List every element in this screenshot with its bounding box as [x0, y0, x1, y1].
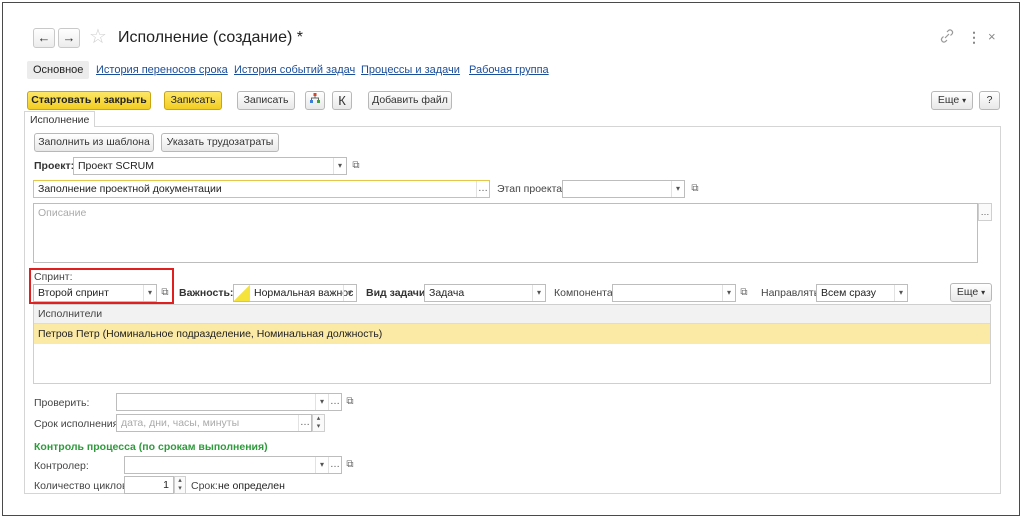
more-button[interactable]: Еще ▾: [931, 91, 973, 110]
structure-button[interactable]: [305, 91, 325, 110]
open-icon[interactable]: ⧉: [737, 286, 751, 300]
check-field[interactable]: ▾ …: [116, 393, 342, 411]
k-button[interactable]: К: [332, 91, 352, 110]
chevron-down-icon[interactable]: ▾: [343, 285, 356, 301]
start-and-close-button[interactable]: Стартовать и закрыть: [27, 91, 151, 110]
link-icon[interactable]: [940, 29, 954, 46]
sprint-value: Второй спринт: [38, 287, 109, 299]
executors-table: Исполнители Петров Петр (Номинальное под…: [33, 304, 991, 384]
stage-label: Этап проекта:: [497, 183, 566, 195]
check-label: Проверить:: [34, 397, 90, 409]
fill-from-template-button[interactable]: Заполнить из шаблона: [34, 133, 154, 152]
description-placeholder: Описание: [38, 207, 87, 219]
task-name-field[interactable]: Заполнение проектной документации …: [33, 180, 490, 198]
tab-work-group[interactable]: Рабочая группа: [469, 64, 549, 76]
cycles-spin-button[interactable]: ▴ ▾: [174, 476, 186, 494]
chevron-down-icon[interactable]: ▾: [333, 158, 346, 174]
task-type-label: Вид задачи:: [366, 287, 429, 299]
chevron-down-icon[interactable]: ▾: [532, 285, 545, 301]
back-arrow-icon: ←: [37, 30, 51, 45]
save-button[interactable]: Записать: [237, 91, 295, 110]
term-label: Срок:: [191, 480, 218, 492]
direct-value: Всем сразу: [821, 287, 876, 299]
group-tab-execution[interactable]: Исполнение: [24, 111, 96, 127]
importance-label: Важность:: [179, 287, 234, 299]
chevron-down-icon[interactable]: ▾: [143, 285, 156, 301]
importance-value: Нормальная важнос: [254, 287, 354, 299]
control-section-title: Контроль процесса (по срокам выполнения): [34, 441, 268, 453]
favorite-star-icon[interactable]: ☆: [89, 24, 107, 49]
tab-task-events[interactable]: История событий задач: [234, 64, 355, 76]
project-field[interactable]: Проект SCRUM ▾: [73, 157, 347, 175]
sprint-label: Спринт:: [34, 271, 73, 283]
close-icon[interactable]: ×: [988, 29, 996, 44]
back-button[interactable]: ←: [33, 28, 55, 48]
chevron-down-icon: ▾: [962, 96, 967, 105]
term-value: не определен: [218, 480, 285, 492]
more-fields-button[interactable]: Еще ▾: [950, 283, 992, 302]
save-yellow-button[interactable]: Записать: [164, 91, 222, 110]
select-ellipsis-icon[interactable]: …: [328, 394, 341, 410]
task-type-field[interactable]: Задача ▾: [424, 284, 546, 302]
table-row[interactable]: Петров Петр (Номинальное подразделение, …: [34, 324, 990, 344]
deadline-spin-button[interactable]: ▴ ▾: [312, 414, 325, 432]
open-icon[interactable]: ⧉: [158, 286, 172, 300]
forward-button[interactable]: →: [58, 28, 80, 48]
window-title: Исполнение (создание) *: [118, 29, 304, 46]
project-label: Проект:: [34, 160, 75, 172]
executors-header[interactable]: Исполнители: [34, 305, 990, 324]
tab-deadline-history[interactable]: История переносов срока: [96, 64, 228, 76]
select-ellipsis-icon[interactable]: …: [298, 415, 311, 431]
open-icon[interactable]: ⧉: [349, 159, 363, 173]
description-ellipsis-button[interactable]: …: [978, 203, 992, 221]
chevron-down-icon: ▾: [981, 288, 986, 297]
deadline-label: Срок исполнения:: [34, 418, 122, 430]
forward-arrow-icon: →: [62, 30, 76, 45]
task-name-value: Заполнение проектной документации: [38, 183, 222, 195]
chevron-down-icon[interactable]: ▾: [671, 181, 684, 197]
direct-field[interactable]: Всем сразу ▾: [816, 284, 908, 302]
cycles-label: Количество циклов:: [34, 480, 131, 492]
chevron-down-icon[interactable]: ▾: [315, 457, 328, 473]
cycles-field[interactable]: 1: [124, 476, 174, 494]
deadline-placeholder: дата, дни, часы, минуты: [121, 417, 240, 429]
more-fields-label: Еще: [956, 286, 979, 298]
deadline-field[interactable]: дата, дни, часы, минуты …: [116, 414, 312, 432]
component-field[interactable]: ▾: [612, 284, 736, 302]
cycles-value: 1: [163, 479, 169, 491]
more-button-label: Еще: [937, 94, 960, 106]
importance-color-icon: [234, 285, 250, 301]
description-field[interactable]: Описание: [33, 203, 978, 263]
project-value: Проект SCRUM: [78, 160, 155, 172]
controller-field[interactable]: ▾ …: [124, 456, 342, 474]
set-labor-button[interactable]: Указать трудозатраты: [161, 133, 279, 152]
task-type-value: Задача: [429, 287, 465, 299]
open-icon[interactable]: ⧉: [688, 182, 702, 196]
open-icon[interactable]: ⧉: [343, 395, 357, 409]
stage-field[interactable]: ▾: [562, 180, 685, 198]
chevron-down-icon[interactable]: ▾: [315, 394, 328, 410]
open-icon[interactable]: ⧉: [343, 458, 357, 472]
add-file-button[interactable]: Добавить файл: [368, 91, 452, 110]
direct-label: Направлять:: [761, 287, 823, 299]
chevron-down-icon[interactable]: ▾: [894, 285, 907, 301]
chevron-down-icon[interactable]: ▾: [722, 285, 735, 301]
help-button[interactable]: ?: [979, 91, 1000, 110]
sprint-field[interactable]: Второй спринт ▾: [33, 284, 157, 302]
select-ellipsis-icon[interactable]: …: [328, 457, 341, 473]
more-menu-icon[interactable]: ⋮: [967, 29, 981, 46]
tab-processes[interactable]: Процессы и задачи: [361, 64, 460, 76]
component-label: Компонента:: [554, 287, 616, 299]
controller-label: Контролер:: [34, 460, 89, 472]
hierarchy-icon: [310, 93, 320, 103]
importance-field[interactable]: Нормальная важнос ▾: [233, 284, 357, 302]
tab-main[interactable]: Основное: [27, 61, 90, 79]
select-ellipsis-icon[interactable]: …: [476, 181, 489, 197]
link-icon-svg: [940, 29, 954, 43]
